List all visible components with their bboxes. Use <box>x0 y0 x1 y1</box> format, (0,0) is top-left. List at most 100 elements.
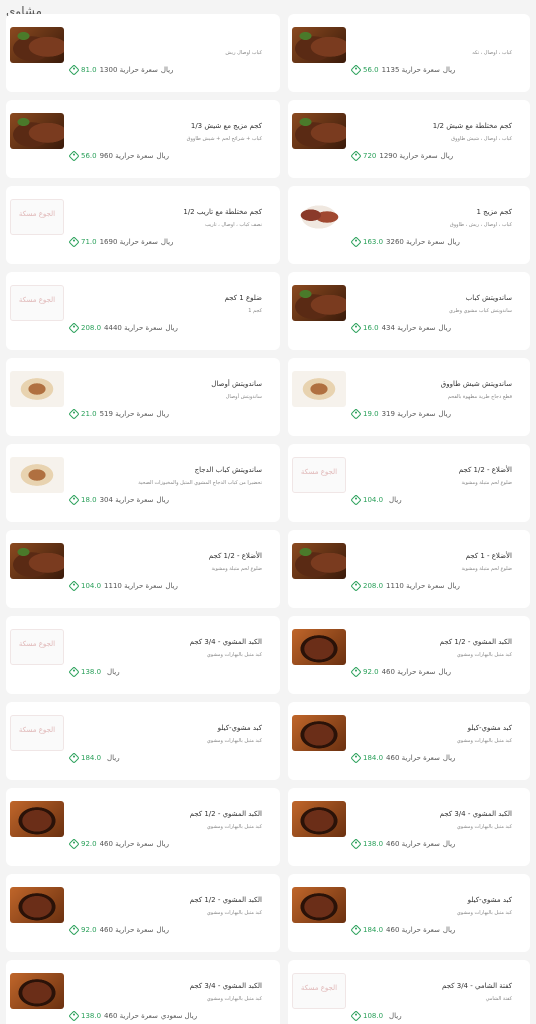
menu-item-card[interactable]: كجم مختلطة مع شيش 1/2 كباب ، اوصال ، شيش … <box>288 100 530 178</box>
price-tag-icon <box>68 64 80 76</box>
price-tag-icon <box>68 924 80 936</box>
item-currency: ريال سعودي <box>160 1012 198 1020</box>
item-name: كجم مختلطة مع تاريب 1/2 <box>183 208 262 216</box>
item-price: 138.0 <box>81 668 102 676</box>
item-name: كجم مزيج مع شيش 1/3 <box>190 122 262 130</box>
placeholder-image: الجوع مسكة <box>292 973 346 1009</box>
menu-item-card[interactable]: الأضلاع - 1 كجم ضلوع لحم متبلة ومشوية 208.… <box>288 530 530 608</box>
menu-item-card[interactable]: الجوع مسكة كجم مختلطة مع تاريب 1/2 نصف كبا… <box>6 186 280 264</box>
menu-item-card[interactable]: الكبد المشوي - 1/2 كجم كبد متبل بالبهارات… <box>6 788 280 866</box>
price-tag-icon <box>68 838 80 850</box>
item-name: الأضلاع - 1 كجم <box>465 552 512 560</box>
item-calories: 1690 سعرة حرارية <box>99 238 158 246</box>
menu-item-card[interactable]: ساندويتش أوصال ساندويتش أوصال 21.0 519 سعرة… <box>6 358 280 436</box>
price-tag-icon <box>350 150 362 162</box>
item-currency: ريال <box>156 152 169 160</box>
item-currency: ريال <box>160 66 174 74</box>
item-price: 208.0 <box>363 582 384 590</box>
item-meta: 56.0 960 سعرة حرارية ريال <box>68 150 169 162</box>
menu-item-card[interactable]: كجم مزيج مع شيش 1/3 كباب + شرائح لحم + شي… <box>6 100 280 178</box>
item-price: 184.0 <box>363 754 384 762</box>
item-calories: 519 سعرة حرارية <box>99 410 154 418</box>
menu-item-card[interactable]: الكبد المشوي - 3/4 كجم كبد متبل بالبهارات… <box>6 960 280 1024</box>
item-price: 92.0 <box>81 926 97 934</box>
menu-item-card[interactable]: الجوع مسكة كبد مشوي-كيلو كبد متبل بالبهارا… <box>6 702 280 780</box>
item-description: ضلوع لحم متبلة ومشوية <box>461 566 512 572</box>
menu-item-card[interactable]: ساندويتش شيش طاووق قطع دجاج طرية مطهوة با… <box>288 358 530 436</box>
item-calories: 460 سعرة حرارية <box>386 926 440 934</box>
item-meta: 16.0 434 سعرة حرارية ريال <box>350 322 451 334</box>
menu-item-card[interactable]: الجوع مسكة الكبد المشوي - 3/4 كجم كبد متبل… <box>6 616 280 694</box>
item-currency: ريال <box>156 926 169 934</box>
item-price: 138.0 <box>363 840 384 848</box>
menu-item-card[interactable]: الكبد المشوي - 3/4 كجم كبد متبل بالبهارات… <box>288 788 530 866</box>
price-tag-icon <box>68 150 80 162</box>
menu-item-card[interactable]: كجم مزيج 1 كباب ، اوصال ، ريش ، طاووق 163.… <box>288 186 530 264</box>
item-description: كبد متبل بالبهارات ومشوي <box>456 824 512 830</box>
item-description: كفتة الشامي <box>485 996 512 1002</box>
item-image <box>292 113 346 149</box>
menu-item-card[interactable]: الجوع مسكة كفتة الشامي - 3/4 كجم كفتة الشا… <box>288 960 530 1024</box>
price-tag-icon <box>68 666 80 678</box>
item-meta: 92.0 460 سعرة حرارية ريال <box>68 924 169 936</box>
item-name: الأضلاع - 1/2 كجم <box>458 466 512 474</box>
item-price: 138.0 <box>81 1012 102 1020</box>
item-calories: 460 سعرة حرارية <box>381 668 436 676</box>
item-image <box>10 27 64 63</box>
item-currency: ريال <box>165 582 178 590</box>
item-meta: 184.0 ريال <box>68 752 120 764</box>
item-description: ضلوع لحم متبلة ومشوية <box>211 566 262 572</box>
item-description: كباب ، اوصال ، تكه <box>472 50 512 56</box>
menu-item-card[interactable]: الجوع مسكة ضلوع 1 كجم كجم 1 208.0 4440 سعرة … <box>6 272 280 350</box>
item-currency: ريال <box>160 238 174 246</box>
item-calories: 1110 سعرة حرارية <box>386 582 445 590</box>
item-name: الأضلاع - 1/2 كجم <box>208 552 262 560</box>
item-currency: ريال <box>165 324 178 332</box>
item-description: ساندويتش كباب مشوي وطري <box>448 308 512 314</box>
item-meta: 184.0 460 سعرة حرارية ريال <box>350 752 456 764</box>
item-price: 71.0 <box>81 238 97 246</box>
item-price: 16.0 <box>363 324 379 332</box>
item-description: كجم 1 <box>248 308 262 314</box>
item-name: كجم مختلطة مع شيش 1/2 <box>432 122 512 130</box>
item-name: ساندويتش أوصال <box>211 380 262 388</box>
menu-item-card[interactable]: الأضلاع - 1/2 كجم ضلوع لحم متبلة ومشوية 10… <box>6 530 280 608</box>
price-tag-icon <box>350 64 362 76</box>
item-currency: ريال <box>442 754 456 762</box>
menu-item-card[interactable]: كبد مشوي-كيلو كبد متبل بالبهارات ومشوي 184… <box>288 702 530 780</box>
item-meta: 92.0 460 سعرة حرارية ريال <box>350 666 451 678</box>
item-currency: ريال <box>389 496 402 504</box>
item-calories: 304 سعرة حرارية <box>99 496 154 504</box>
item-name: الكبد المشوي - 1/2 كجم <box>439 638 512 646</box>
placeholder-image: الجوع مسكة <box>10 715 64 751</box>
menu-item-card[interactable]: الكبد المشوي - 1/2 كجم كبد متبل بالبهارات… <box>6 874 280 952</box>
menu-item-card[interactable]: كباب اوصال ريش 81.0 1300 سعرة حرارية ريال <box>6 14 280 92</box>
item-meta: 138.0 460 سعرة حرارية ريال <box>350 838 455 850</box>
item-description: كباب + شرائح لحم + شيش طاووق <box>186 136 262 142</box>
menu-item-card[interactable]: ساندويتش كباب ساندويتش كباب مشوي وطري 16.0… <box>288 272 530 350</box>
menu-item-card[interactable]: ساندويتش كباب الدجاج تحضيرا من كباب الدجا… <box>6 444 280 522</box>
price-tag-icon <box>68 236 80 248</box>
item-price: 104.0 <box>363 496 384 504</box>
item-name: الكبد المشوي - 3/4 كجم <box>439 810 512 818</box>
item-description: كبد متبل بالبهارات ومشوي <box>206 738 262 744</box>
menu-item-card[interactable]: الكبد المشوي - 1/2 كجم كبد متبل بالبهارات… <box>288 616 530 694</box>
menu-item-card[interactable]: كباب ، اوصال ، تكه 56.0 1135 سعرة حرارية ري… <box>288 14 530 92</box>
item-price: 104.0 <box>81 582 102 590</box>
item-price: 56.0 <box>81 152 97 160</box>
item-description: ضلوع لحم متبلة ومشوية <box>461 480 512 486</box>
item-meta: 138.0 460 سعرة حرارية ريال سعودي <box>68 1010 198 1022</box>
menu-item-card[interactable]: كبد مشوي-كيلو كبد متبل بالبهارات ومشوي 184… <box>288 874 530 952</box>
item-meta: 81.0 1300 سعرة حرارية ريال <box>68 64 174 76</box>
item-image <box>292 543 346 579</box>
price-tag-icon <box>68 408 80 420</box>
item-price: 208.0 <box>81 324 102 332</box>
menu-item-card[interactable]: الجوع مسكة الأضلاع - 1/2 كجم ضلوع لحم متبل… <box>288 444 530 522</box>
item-calories: 3260 سعرة حرارية <box>386 238 445 246</box>
item-image <box>292 715 346 751</box>
item-meta: 18.0 304 سعرة حرارية ريال <box>68 494 169 506</box>
placeholder-image: الجوع مسكة <box>10 199 64 235</box>
item-description: كباب ، اوصال ، ريش ، طاووق <box>449 222 512 228</box>
item-currency: ريال <box>442 926 456 934</box>
item-name: كفتة الشامي - 3/4 كجم <box>442 982 512 990</box>
